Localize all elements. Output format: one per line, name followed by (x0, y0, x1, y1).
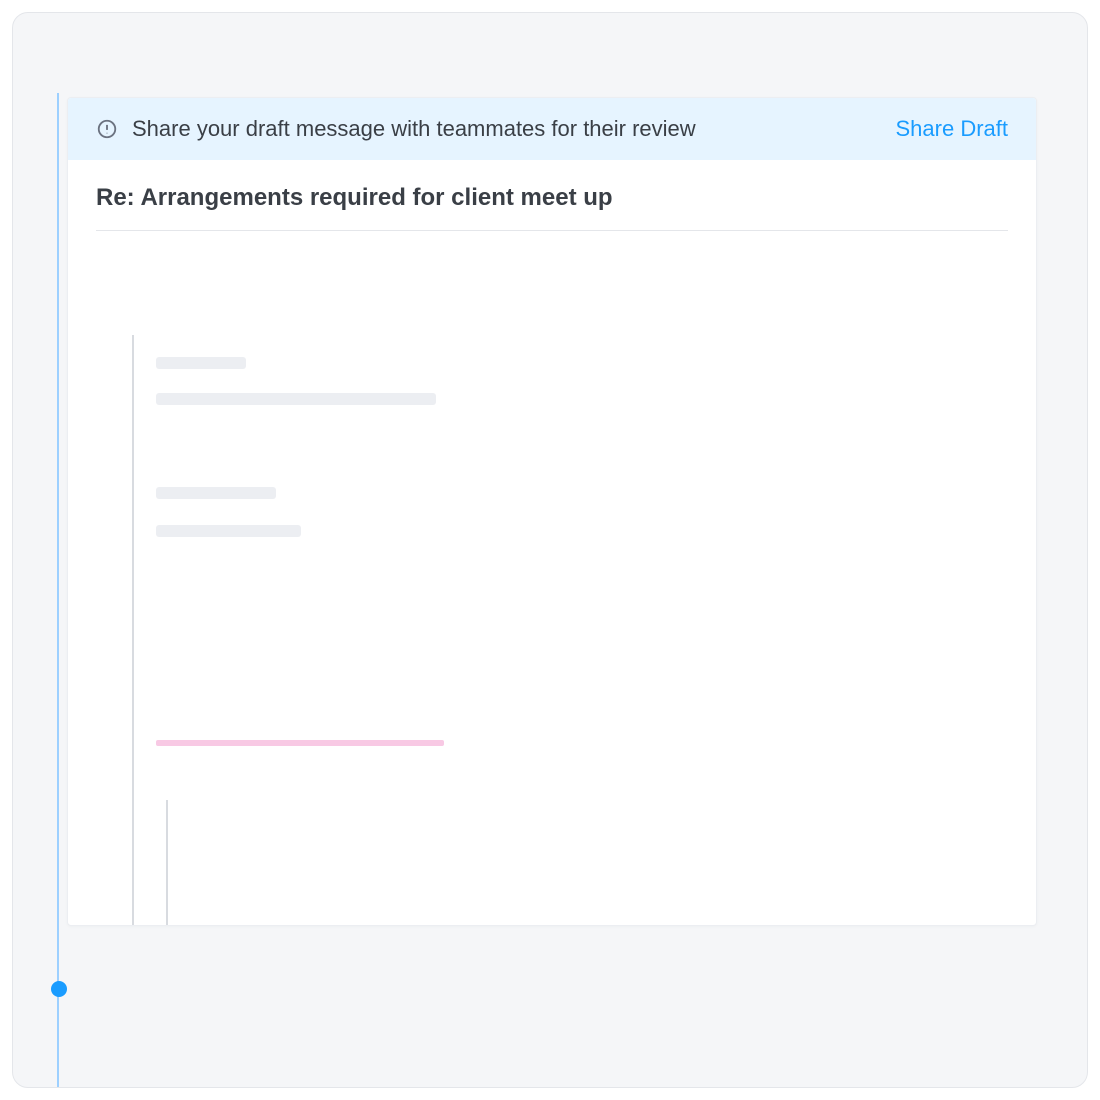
timeline-dot (51, 981, 67, 997)
email-body-area[interactable] (68, 245, 1036, 925)
email-subject: Re: Arrangements required for client mee… (96, 184, 1008, 212)
quote-bar (132, 335, 134, 925)
nested-quote-bar (166, 800, 168, 925)
draft-card: Share your draft message with teammates … (67, 97, 1037, 926)
placeholder-line (156, 393, 436, 405)
alert-circle-icon (96, 118, 118, 140)
banner-message: Share your draft message with teammates … (132, 116, 882, 142)
share-draft-button[interactable]: Share Draft (896, 116, 1009, 142)
placeholder-line (156, 357, 246, 369)
subject-divider (96, 230, 1008, 231)
highlight-line (156, 740, 444, 746)
canvas: Share your draft message with teammates … (12, 12, 1088, 1088)
placeholder-line (156, 487, 276, 499)
subject-area: Re: Arrangements required for client mee… (68, 160, 1036, 245)
share-draft-banner: Share your draft message with teammates … (68, 98, 1036, 160)
placeholder-line (156, 525, 301, 537)
timeline-line (57, 93, 59, 1087)
